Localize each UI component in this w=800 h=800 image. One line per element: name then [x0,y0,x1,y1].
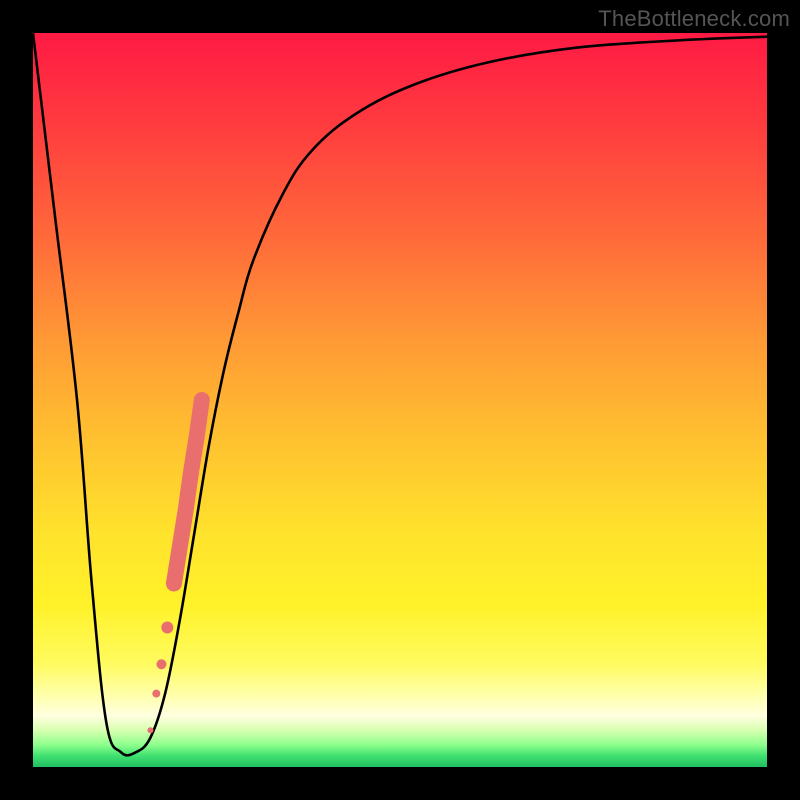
chart-frame: TheBottleneck.com [0,0,800,800]
highlight-dot [147,727,153,733]
highlight-band [174,400,202,584]
bottleneck-curve [33,33,767,755]
chart-plot-area [33,33,767,767]
highlight-dot [156,659,166,669]
chart-svg [33,33,767,767]
watermark-text: TheBottleneck.com [598,6,790,32]
highlight-dot [152,690,160,698]
highlight-dot [161,622,173,634]
